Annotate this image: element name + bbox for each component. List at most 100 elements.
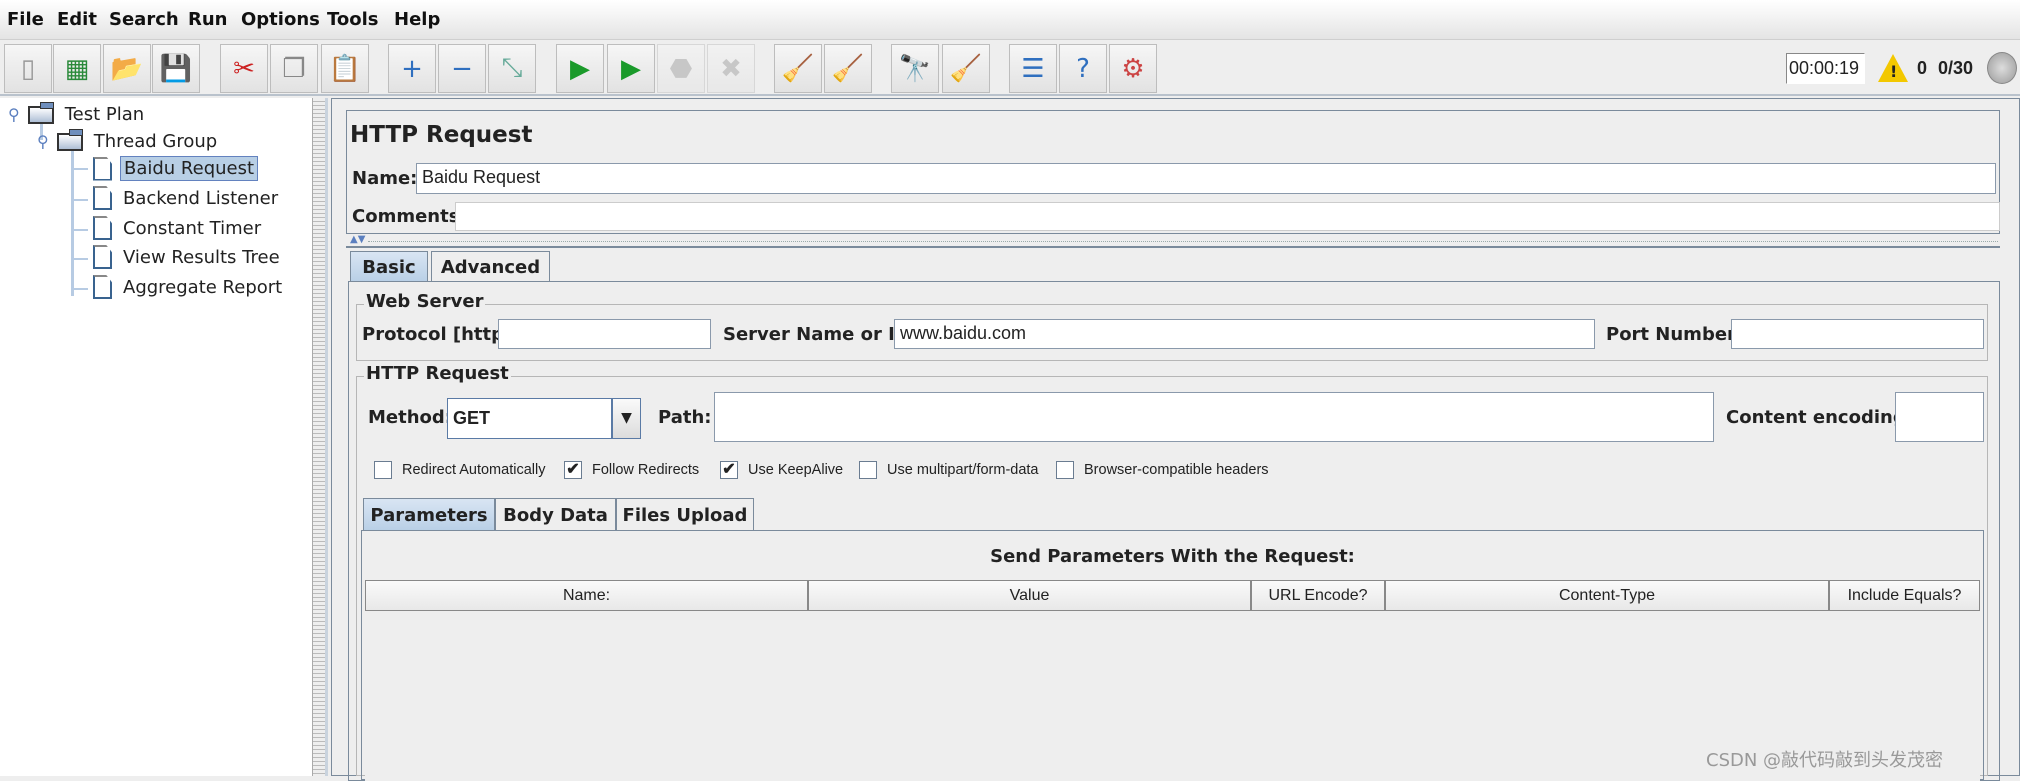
document-icon [93,245,112,269]
page-title: HTTP Request [350,122,533,148]
tree-label: Thread Group [93,131,218,152]
server-name-field[interactable]: www.baidu.com [894,319,1595,349]
column-header-name[interactable]: Name: [365,580,808,611]
menu-file[interactable]: File [7,9,44,30]
new-button[interactable]: ▯ [4,44,52,93]
thread-count: 0/30 [1938,58,1974,78]
tree-node-test-plan[interactable]: ⚲ Test Plan [8,101,147,126]
collapse-icon: − [451,53,473,84]
tree-node-view-results-tree[interactable]: View Results Tree [93,245,283,269]
name-field[interactable]: Baidu Request [416,163,1996,194]
tab-basic[interactable]: Basic [350,251,428,282]
document-icon [93,275,112,299]
redirect-automatically-checkbox[interactable]: Redirect Automatically [374,461,545,479]
reset-search-button[interactable]: 🧹 [942,44,990,93]
protocol-field[interactable] [498,319,711,349]
tree-node-constant-timer[interactable]: Constant Timer [93,216,264,240]
menu-run[interactable]: Run [188,9,228,30]
comments-field[interactable] [455,202,2000,231]
column-header-value[interactable]: Value [808,580,1251,611]
checkbox-label: Use multipart/form-data [887,462,1039,478]
web-server-legend: Web Server [364,291,486,312]
follow-redirects-checkbox[interactable]: ✔ Follow Redirects [564,461,699,479]
test-plan-tree: ⚲ Test Plan ⚲ Thread Group Baidu Request… [0,98,313,776]
paste-icon: 📋 [328,53,362,84]
help-icon: ? [1076,53,1090,84]
save-button[interactable]: 💾 [152,44,200,93]
function-helper-icon: ☰ [1021,53,1045,84]
check-icon[interactable]: ✔ [720,461,738,479]
open-icon: 📂 [110,53,144,84]
path-field[interactable] [714,392,1714,442]
elapsed-timer: 00:00:19 [1786,53,1865,84]
tree-label: Constant Timer [123,217,262,239]
port-field[interactable] [1731,319,1984,349]
start-no-pauses-button[interactable]: ▶ [607,44,655,93]
chevron-down-icon[interactable]: ▼ [612,398,641,439]
function-helper-button[interactable]: ☰ [1009,44,1057,93]
tree-node-backend-listener[interactable]: Backend Listener [93,186,281,210]
cut-button[interactable]: ✂ [220,44,268,93]
remote-icon: ⚙ [1121,53,1145,84]
use-keepalive-checkbox[interactable]: ✔ Use KeepAlive [720,461,843,479]
split-pane-divider[interactable] [313,98,328,776]
stop-icon: ⬣ [669,53,693,84]
stop-button[interactable]: ⬣ [657,44,705,93]
column-header-content-type[interactable]: Content-Type [1385,580,1829,611]
menu-help[interactable]: Help [394,9,440,30]
templates-icon: ▦ [64,53,90,84]
expand-handle-icon[interactable]: ⚲ [8,105,20,124]
start-button[interactable]: ▶ [556,44,604,93]
column-header-url-encode[interactable]: URL Encode? [1251,580,1385,611]
menu-tools[interactable]: Tools [327,9,379,30]
checkbox-box[interactable] [1056,461,1074,479]
menu-options[interactable]: Options [241,9,320,30]
document-icon [93,186,112,210]
tree-node-aggregate-report[interactable]: Aggregate Report [93,275,285,299]
collapse-button[interactable]: − [438,44,486,93]
tab-advanced[interactable]: Advanced [431,251,550,282]
tab-parameters[interactable]: Parameters [363,498,495,531]
shutdown-button[interactable]: ✖ [707,44,755,93]
clear-all-button[interactable]: 🧹 [824,44,872,93]
expand-handle-icon[interactable]: ⚲ [37,132,49,151]
warning-count: 0 [1917,58,1928,78]
method-select[interactable]: GET [447,398,612,439]
expand-button[interactable]: + [388,44,436,93]
clear-button[interactable]: 🧹 [774,44,822,93]
comments-label: Comments: [352,206,467,227]
menu-search[interactable]: Search [109,9,179,30]
toggle-button[interactable]: ⤡ [488,44,536,93]
warning-icon-mark: ! [1890,62,1898,81]
open-button[interactable]: 📂 [103,44,151,93]
templates-button[interactable]: ▦ [53,44,101,93]
search-button[interactable]: 🔭 [891,44,939,93]
menu-edit[interactable]: Edit [57,9,97,30]
checkbox-box[interactable] [859,461,877,479]
help-button[interactable]: ? [1059,44,1107,93]
expand-icon: + [401,53,423,84]
tree-label: Test Plan [64,104,145,125]
tree-label: Aggregate Report [123,276,283,298]
multipart-checkbox[interactable]: Use multipart/form-data [859,461,1039,479]
remote-button[interactable]: ⚙ [1109,44,1157,93]
content-encoding-label: Content encoding: [1726,407,1913,428]
browser-headers-checkbox[interactable]: Browser-compatible headers [1056,461,1269,479]
copy-button[interactable]: ❐ [270,44,318,93]
divider [368,241,1998,243]
tree-node-thread-group[interactable]: ⚲ Thread Group [37,128,220,153]
tab-files-upload[interactable]: Files Upload [616,498,754,531]
server-name-label: Server Name or IP: [723,324,916,345]
check-icon[interactable]: ✔ [564,461,582,479]
checkbox-box[interactable] [374,461,392,479]
tree-label: Baidu Request [120,156,259,181]
content-encoding-field[interactable] [1895,392,1984,442]
document-icon [93,216,112,240]
http-request-legend: HTTP Request [364,363,511,384]
tab-body-data[interactable]: Body Data [495,498,616,531]
document-icon [93,156,112,181]
paste-button[interactable]: 📋 [321,44,369,93]
tree-node-baidu-request[interactable]: Baidu Request [93,156,259,181]
column-header-include-equals[interactable]: Include Equals? [1829,580,1980,611]
collapse-arrows-icon[interactable]: ▲▼ [350,234,365,245]
